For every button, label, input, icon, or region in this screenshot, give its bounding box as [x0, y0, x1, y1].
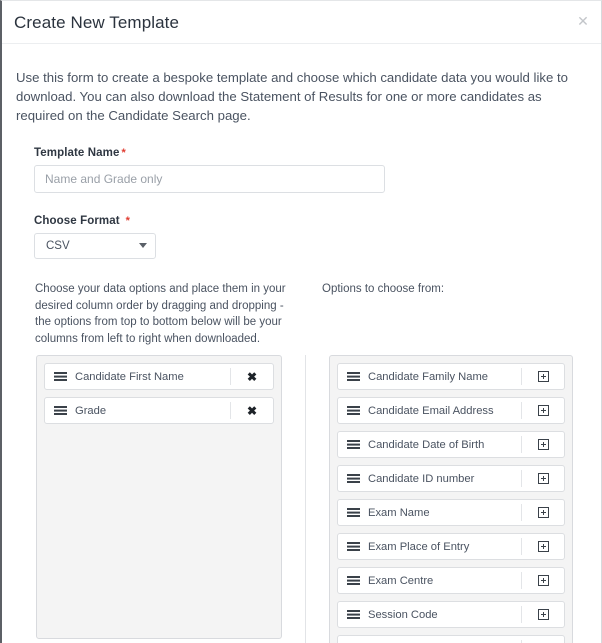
available-options-panel[interactable]: Candidate Family Name Candidate Email Add… [329, 355, 573, 643]
add-plus-icon[interactable] [522, 609, 564, 620]
drag-handle-icon[interactable] [338, 542, 368, 551]
drag-handle-icon[interactable] [338, 508, 368, 517]
list-item-label: Candidate Date of Birth [368, 438, 485, 451]
drag-handle-icon[interactable] [45, 406, 75, 415]
add-plus-icon[interactable] [522, 473, 564, 484]
list-item-label: Candidate First Name [75, 370, 184, 383]
drag-handle-icon[interactable] [338, 372, 368, 381]
list-item-label: Grade [75, 404, 107, 417]
add-plus-icon[interactable] [522, 371, 564, 382]
template-name-label-text: Template Name [34, 147, 120, 159]
template-name-field-group: Template Name * [34, 147, 601, 193]
add-plus-icon[interactable] [522, 439, 564, 450]
list-item[interactable]: Candidate Family Name [337, 363, 565, 390]
panels-area: Candidate First Name ✖ Grade ✖ Candidate Fa… [2, 355, 601, 643]
list-item-label: Candidate Email Address [368, 404, 494, 417]
selected-panel-help-text: Choose your data options and place them … [35, 283, 286, 345]
list-item[interactable]: Grade ✖ [44, 397, 274, 424]
list-item[interactable]: Candidate ID number [337, 465, 565, 492]
drag-handle-icon[interactable] [338, 406, 368, 415]
plus-glyph [537, 371, 549, 382]
list-item-label: Exam Place of Entry [368, 540, 470, 553]
list-item[interactable]: Exam Place of Entry [337, 533, 565, 560]
add-plus-icon[interactable] [522, 507, 564, 518]
panel-divider [305, 355, 306, 643]
add-plus-icon[interactable] [522, 575, 564, 586]
list-item[interactable]: Candidate Email Address [337, 397, 565, 424]
plus-glyph [537, 405, 549, 416]
required-asterisk: * [121, 147, 126, 159]
list-item[interactable]: Candidate First Name ✖ [44, 363, 274, 390]
template-name-label: Template Name * [34, 147, 601, 159]
drag-handle-icon[interactable] [338, 474, 368, 483]
options-panel-help-text: Options to choose from: [322, 283, 445, 295]
add-plus-icon[interactable] [522, 405, 564, 416]
list-item-label: Exam Centre [368, 574, 434, 587]
dialog-header: Create New Template ✕ [2, 1, 601, 44]
choose-format-label: Choose Format * [34, 215, 601, 227]
drag-handle-icon[interactable] [338, 576, 368, 585]
list-item[interactable]: Exam Centre [337, 567, 565, 594]
list-item[interactable]: Session Code [337, 601, 565, 628]
choose-format-label-text: Choose Format [34, 215, 120, 227]
list-item-label: Candidate Family Name [368, 370, 489, 383]
required-asterisk: * [125, 215, 131, 227]
list-item[interactable]: Candidate Date of Birth [337, 431, 565, 458]
choose-format-select-wrap[interactable]: CSV [34, 233, 156, 259]
drag-handle-icon[interactable] [338, 610, 368, 619]
choose-format-select[interactable]: CSV [34, 233, 156, 259]
list-item[interactable]: Exam Name [337, 499, 565, 526]
plus-glyph [537, 473, 549, 484]
intro-text: Use this form to create a bespoke templa… [16, 70, 569, 123]
add-plus-icon[interactable] [522, 541, 564, 552]
drag-handle-icon[interactable] [45, 372, 75, 381]
panels-help-row: Choose your data options and place them … [2, 281, 601, 345]
plus-glyph [537, 541, 549, 552]
choose-format-field-group: Choose Format * CSV [34, 215, 601, 259]
dialog-body: Use this form to create a bespoke templa… [2, 68, 601, 643]
plus-glyph [537, 575, 549, 586]
list-item[interactable]: Date of Exam [337, 635, 565, 643]
page-title: Create New Template [14, 13, 180, 32]
x-glyph: ✖ [246, 369, 258, 384]
list-item-label: Candidate ID number [368, 472, 475, 485]
plus-glyph [537, 609, 549, 620]
drag-handle-icon[interactable] [338, 440, 368, 449]
close-icon[interactable]: ✕ [574, 12, 592, 30]
x-glyph: ✖ [246, 403, 258, 418]
selected-columns-panel[interactable]: Candidate First Name ✖ Grade ✖ [36, 355, 282, 639]
plus-glyph [537, 507, 549, 518]
create-new-template-dialog: Create New Template ✕ Use this form to c… [0, 0, 602, 643]
list-item-label: Session Code [368, 608, 438, 621]
remove-x-icon[interactable]: ✖ [231, 405, 273, 417]
list-item-label: Exam Name [368, 506, 430, 519]
plus-glyph [537, 439, 549, 450]
template-name-input[interactable] [34, 165, 385, 193]
remove-x-icon[interactable]: ✖ [231, 371, 273, 383]
